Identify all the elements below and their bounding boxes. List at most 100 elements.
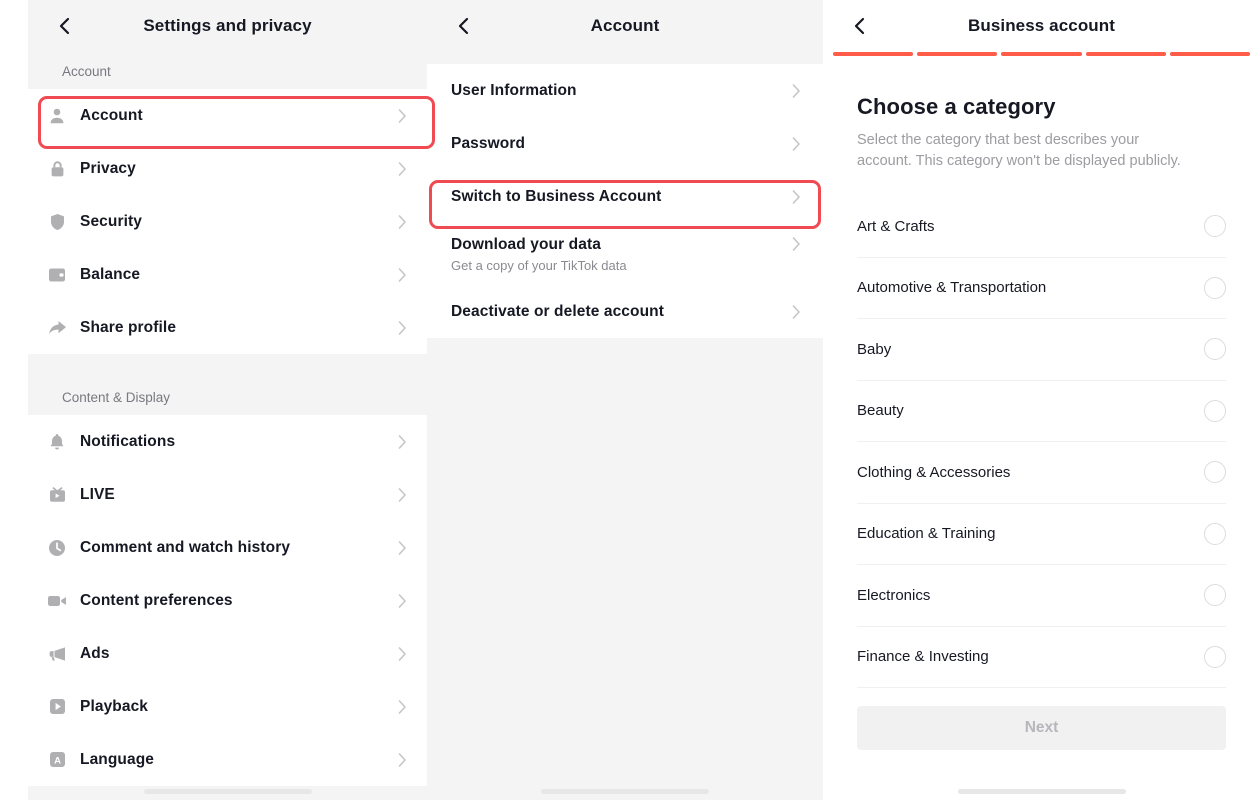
radio-button[interactable] xyxy=(1204,338,1226,361)
chevron-left-icon[interactable] xyxy=(849,15,871,37)
radio-button[interactable] xyxy=(1204,215,1226,238)
radio-button[interactable] xyxy=(1204,461,1226,484)
category-option-automotive-transportation[interactable]: Automotive & Transportation xyxy=(857,258,1226,320)
sidebar-item-label: Content preferences xyxy=(80,591,233,609)
category-label: Art & Crafts xyxy=(857,217,935,235)
group-label-content-display: Content & Display xyxy=(28,378,427,415)
category-label: Baby xyxy=(857,340,892,358)
category-option-baby[interactable]: Baby xyxy=(857,319,1226,381)
category-label: Education & Training xyxy=(857,525,996,543)
sidebar-item-label: Language xyxy=(80,750,155,768)
section-divider xyxy=(28,354,427,378)
category-label: Electronics xyxy=(857,586,931,604)
live-tv-icon xyxy=(46,484,68,506)
svg-text:A: A xyxy=(54,755,61,766)
category-label: Automotive & Transportation xyxy=(857,279,1047,297)
chevron-right-icon xyxy=(397,108,407,124)
category-option-education-training[interactable]: Education & Training xyxy=(857,504,1226,566)
lock-icon xyxy=(46,158,68,180)
account-item-password[interactable]: Password xyxy=(427,117,823,170)
sidebar-item-security[interactable]: Security xyxy=(28,195,427,248)
radio-button[interactable] xyxy=(1204,522,1226,545)
account-options-card: User Information Password Switch to Busi… xyxy=(427,64,823,338)
radio-button[interactable] xyxy=(1204,584,1226,607)
chevron-right-icon xyxy=(791,83,801,99)
page-title: Account xyxy=(590,16,660,35)
megaphone-icon xyxy=(46,643,68,665)
shield-icon xyxy=(46,211,68,233)
account-item-download-your-data[interactable]: Download your data Get a copy of your Ti… xyxy=(427,223,823,285)
chevron-right-icon xyxy=(791,236,801,252)
chevron-right-icon xyxy=(397,487,407,503)
person-icon xyxy=(46,105,68,127)
sidebar-item-share-profile[interactable]: Share profile xyxy=(28,301,427,354)
category-option-clothing-accessories[interactable]: Clothing & Accessories xyxy=(857,442,1226,504)
next-button-container: Next xyxy=(857,688,1226,751)
radio-button[interactable] xyxy=(1204,276,1226,299)
chevron-right-icon xyxy=(791,304,801,320)
video-camera-icon xyxy=(46,590,68,612)
sidebar-item-label: Playback xyxy=(80,697,149,715)
progress-segment xyxy=(1085,52,1166,56)
sidebar-item-label: Privacy xyxy=(80,159,136,177)
sidebar-item-live[interactable]: LIVE xyxy=(28,468,427,521)
radio-button[interactable] xyxy=(1204,645,1226,668)
sidebar-item-language[interactable]: A Language xyxy=(28,733,427,786)
sidebar-item-comment-and-watch-history[interactable]: Comment and watch history xyxy=(28,521,427,574)
account-item-label: Download your data xyxy=(451,235,601,253)
category-label: Clothing & Accessories xyxy=(857,463,1011,481)
sidebar-item-label: Notifications xyxy=(80,432,176,450)
settings-group-content-display: Notifications LIVE Comment and watch his… xyxy=(28,415,427,786)
wallet-icon xyxy=(46,264,68,286)
progress-segment xyxy=(1001,52,1082,56)
chevron-right-icon xyxy=(397,593,407,609)
category-option-beauty[interactable]: Beauty xyxy=(857,381,1226,443)
choose-category-description: Select the category that best describes … xyxy=(857,132,1181,170)
account-item-deactivate-or-delete-account[interactable]: Deactivate or delete account xyxy=(427,285,823,338)
chevron-right-icon xyxy=(791,189,801,205)
settings-and-privacy-panel: Settings and privacy Account Account Pri… xyxy=(28,0,427,800)
settings-group-account: Account Privacy Security Balance Share p… xyxy=(28,89,427,354)
sidebar-item-label: Security xyxy=(80,212,142,230)
business-body: Choose a category Select the category th… xyxy=(823,94,1260,751)
account-item-label: Switch to Business Account xyxy=(451,187,662,205)
account-header: Account xyxy=(427,0,823,52)
sidebar-item-ads[interactable]: Ads xyxy=(28,627,427,680)
business-header: Business account xyxy=(823,0,1260,52)
group-label-account: Account xyxy=(28,52,427,89)
business-account-panel: Business account Choose a category Selec… xyxy=(823,0,1260,800)
sidebar-item-notifications[interactable]: Notifications xyxy=(28,415,427,468)
sidebar-item-content-preferences[interactable]: Content preferences xyxy=(28,574,427,627)
account-item-user-information[interactable]: User Information xyxy=(427,64,823,117)
sidebar-item-balance[interactable]: Balance xyxy=(28,248,427,301)
play-box-icon xyxy=(46,696,68,718)
chevron-right-icon xyxy=(397,752,407,768)
step-progress-bar xyxy=(833,52,1251,56)
settings-header: Settings and privacy xyxy=(28,0,427,52)
chevron-left-icon[interactable] xyxy=(54,15,76,37)
account-item-switch-to-business-account[interactable]: Switch to Business Account xyxy=(427,170,823,223)
sidebar-item-playback[interactable]: Playback xyxy=(28,680,427,733)
bell-icon xyxy=(46,431,68,453)
chevron-right-icon xyxy=(397,320,407,336)
sidebar-item-label: Account xyxy=(80,106,143,124)
account-item-label: User Information xyxy=(451,81,577,99)
chevron-right-icon xyxy=(791,136,801,152)
home-indicator xyxy=(957,789,1126,794)
account-item-subtitle: Get a copy of your TikTok data xyxy=(451,257,627,273)
account-item-label: Password xyxy=(451,134,526,152)
chevron-left-icon[interactable] xyxy=(453,15,475,37)
category-label: Finance & Investing xyxy=(857,648,989,666)
category-list: Art & Crafts Automotive & Transportation… xyxy=(857,196,1226,689)
sidebar-item-account[interactable]: Account xyxy=(28,89,427,142)
sidebar-item-label: Share profile xyxy=(80,318,177,336)
category-option-electronics[interactable]: Electronics xyxy=(857,565,1226,627)
sidebar-item-privacy[interactable]: Privacy xyxy=(28,142,427,195)
category-option-art-crafts[interactable]: Art & Crafts xyxy=(857,196,1226,258)
radio-button[interactable] xyxy=(1204,399,1226,422)
three-panel-screenshot: Settings and privacy Account Account Pri… xyxy=(0,0,1260,800)
progress-segment xyxy=(833,52,914,56)
next-button[interactable]: Next xyxy=(857,706,1226,751)
category-option-finance-investing[interactable]: Finance & Investing xyxy=(857,627,1226,689)
chevron-right-icon xyxy=(397,646,407,662)
